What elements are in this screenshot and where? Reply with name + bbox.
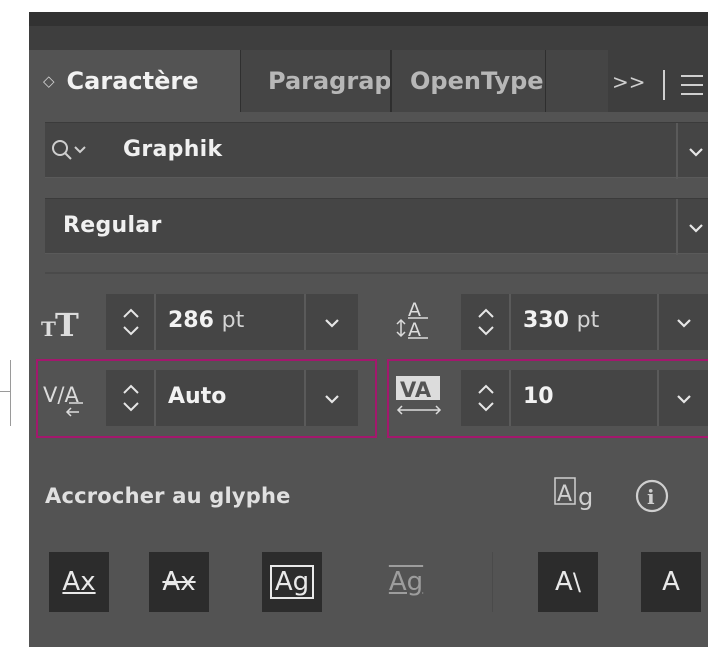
stepper-arrows-icon[interactable] [473, 304, 499, 340]
snap-anchor-point-button[interactable]: A [641, 552, 701, 612]
snap-proximity-button[interactable]: Ag [376, 552, 436, 612]
leading-text: 330 pt [523, 308, 599, 333]
font-size-input[interactable]: 286 pt [156, 294, 306, 350]
snap-baseline-button[interactable]: Ax [49, 552, 109, 612]
leading-icon: A A [396, 299, 428, 341]
chevron-down-icon[interactable] [685, 145, 707, 159]
font-size-icon: T T [41, 306, 79, 344]
tab-character[interactable]: ◇ Caractère [29, 50, 240, 112]
tab-paragraph[interactable]: Paragraphe [240, 50, 390, 112]
leading-value: 330 [523, 308, 569, 333]
snap-baseline-label: Ax [62, 567, 96, 597]
search-icon[interactable] [49, 137, 97, 165]
snap-proximity-label: Ag [388, 567, 424, 597]
section-divider [45, 272, 708, 274]
leading-unit: pt [576, 308, 600, 333]
collapse-diamond-icon[interactable]: ◇ [43, 72, 55, 90]
tab-opentype-label: OpenType [410, 67, 544, 95]
chevron-down-icon[interactable] [685, 221, 707, 235]
font-family-value: Graphik [123, 137, 223, 162]
snap-glyph-bounds-label: Ag [269, 565, 315, 599]
tabs-overflow-button[interactable]: >> [612, 70, 646, 94]
svg-text:A: A [557, 482, 572, 507]
tab-character-label: Caractère [66, 67, 199, 95]
dropdown-divider [676, 123, 678, 179]
chevron-down-icon[interactable] [321, 316, 343, 330]
tab-paragraph-label: Paragraphe [268, 67, 390, 95]
svg-text:g: g [578, 483, 593, 511]
svg-text:i: i [647, 485, 655, 509]
slash-glyph-icon: \ [572, 568, 581, 596]
info-icon[interactable]: i [634, 478, 670, 514]
panel-top-strip [29, 12, 708, 26]
tab-opentype[interactable]: OpenType [391, 50, 545, 112]
tab-bar: ◇ Caractère Paragraphe OpenType >> [29, 26, 708, 112]
kerning-highlight-frame [36, 359, 377, 438]
button-group-separator [492, 552, 493, 612]
leading-dropdown[interactable] [659, 294, 708, 350]
svg-text:T: T [55, 306, 79, 344]
character-panel: ◇ Caractère Paragraphe OpenType >> Graph… [29, 12, 708, 647]
snap-anchor-point-label: A [662, 567, 680, 597]
font-style-value: Regular [63, 213, 162, 238]
svg-text:T: T [41, 317, 56, 341]
glyph-bounds-icon[interactable]: A g [553, 474, 603, 516]
snap-glyph-bounds-button[interactable]: Ag [262, 552, 322, 612]
font-style-dropdown[interactable]: Regular [45, 198, 708, 255]
tracking-highlight-frame [387, 359, 708, 438]
font-size-stepper[interactable] [106, 294, 156, 350]
leading-stepper[interactable] [461, 294, 511, 350]
stepper-arrows-icon[interactable] [118, 304, 144, 340]
snap-x-height-button[interactable]: Ax [149, 552, 209, 612]
menu-separator [663, 70, 665, 100]
snap-x-height-label: Ax [162, 567, 196, 597]
snap-to-glyph-label: Accrocher au glyphe [45, 484, 291, 508]
tab-empty [546, 50, 608, 112]
ruler-guide-tick [0, 391, 10, 392]
leading-input[interactable]: 330 pt [511, 294, 659, 350]
panel-menu-icon[interactable] [681, 75, 703, 95]
font-size-unit: pt [221, 308, 245, 333]
font-size-dropdown[interactable] [306, 294, 358, 350]
chevron-down-icon[interactable] [673, 316, 695, 330]
snap-angular-label: A [555, 567, 573, 597]
font-family-dropdown[interactable]: Graphik [45, 122, 708, 179]
font-size-value: 286 [168, 308, 214, 333]
dropdown-divider [676, 199, 678, 255]
font-size-text: 286 pt [168, 308, 244, 333]
snap-angular-button[interactable]: A \ [538, 552, 598, 612]
ruler-guide [10, 360, 11, 426]
